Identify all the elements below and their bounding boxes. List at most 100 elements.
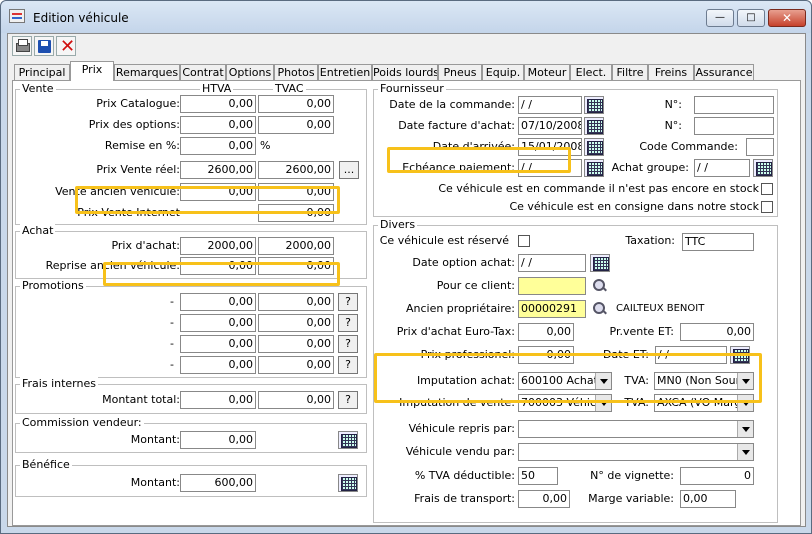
ancien-proprio-field[interactable]: 00000291	[518, 300, 586, 318]
calendar-icon[interactable]	[584, 138, 604, 156]
prix-catalogue-htva[interactable]: 0,00	[180, 95, 256, 113]
calculator-icon[interactable]	[338, 431, 358, 449]
minimize-button[interactable]: —	[706, 9, 734, 27]
imput-vente-value: 700003 Véhicu	[521, 396, 603, 409]
marge-variable-field[interactable]: 0,00	[680, 490, 736, 508]
tab-equip[interactable]: Equip.	[482, 64, 524, 81]
calendar-icon[interactable]	[584, 117, 604, 135]
save-icon[interactable]	[34, 36, 54, 56]
tab-pneus[interactable]: Pneus	[438, 64, 482, 81]
tab-principal[interactable]: Principal	[14, 64, 70, 81]
remise-field[interactable]: 0,00	[180, 137, 256, 155]
commission-field[interactable]: 0,00	[180, 431, 256, 449]
echeance-field[interactable]: / /	[518, 159, 582, 177]
cancel-glyph: ✕	[60, 36, 76, 57]
date-facture-field[interactable]: 07/10/2008	[518, 117, 582, 135]
promotion-row-4-button[interactable]: ?	[338, 356, 358, 374]
promotion-row-1-htva[interactable]: 0,00	[180, 293, 256, 311]
achat-groupe-field[interactable]: / /	[694, 159, 750, 177]
vendu-par-select[interactable]	[518, 443, 754, 461]
calendar-icon[interactable]	[753, 159, 773, 177]
numero-2-field[interactable]	[694, 117, 774, 135]
en-consigne-checkbox[interactable]	[761, 201, 773, 213]
prix-achat-htva[interactable]: 2000,00	[180, 237, 256, 255]
prix-eurotax-field[interactable]: 0,00	[518, 323, 574, 341]
prix-vente-reel-htva[interactable]: 2600,00	[180, 161, 256, 179]
calendar-icon[interactable]	[584, 96, 604, 114]
frais-internes-button[interactable]: ?	[338, 391, 358, 409]
search-icon[interactable]	[590, 300, 608, 318]
prix-pro-field[interactable]: 0,00	[518, 346, 574, 364]
promotion-row-2-tvac[interactable]: 0,00	[258, 314, 334, 332]
taxation-field[interactable]: TTC	[682, 233, 754, 251]
promotion-row-4-tvac[interactable]: 0,00	[258, 356, 334, 374]
vente-ancien-htva[interactable]: 0,00	[180, 183, 256, 201]
reserve-checkbox[interactable]	[518, 235, 530, 247]
numero-1-field[interactable]	[694, 96, 774, 114]
code-commande-field[interactable]	[746, 138, 774, 156]
tab-remarques[interactable]: Remarques	[114, 64, 180, 81]
benefice-group: Bénéfice Montant: 600,00	[15, 458, 367, 497]
pr-vente-et-field[interactable]: 0,00	[680, 323, 754, 341]
search-icon[interactable]	[590, 277, 608, 295]
promotion-row-4-htva[interactable]: 0,00	[180, 356, 256, 374]
ancien-proprio-name: CAILTEUX BENOIT	[616, 303, 705, 314]
repris-par-select[interactable]	[518, 420, 754, 438]
htva-header: HTVA	[200, 82, 234, 96]
prix-options-htva[interactable]: 0,00	[180, 116, 256, 134]
reprise-tvac[interactable]: 0,00	[258, 257, 334, 275]
prix-internet-tvac[interactable]: 0,00	[258, 204, 334, 222]
date-option-field[interactable]: / /	[518, 254, 586, 272]
promotion-row-1-tvac[interactable]: 0,00	[258, 293, 334, 311]
promotion-row-2-htva[interactable]: 0,00	[180, 314, 256, 332]
calendar-icon[interactable]	[730, 346, 750, 364]
promotion-row-2-button[interactable]: ?	[338, 314, 358, 332]
imput-achat-select[interactable]: 600100 Achat	[518, 372, 612, 390]
calendar-icon[interactable]	[590, 254, 610, 272]
tab-poids-lourds[interactable]: Poids lourds	[372, 64, 438, 81]
print-icon[interactable]	[12, 36, 32, 56]
imput-vente-tva-select[interactable]: AXCA (VO Marg	[654, 394, 754, 412]
tab-freins[interactable]: Freins	[648, 64, 694, 81]
prix-vente-reel-button[interactable]: ...	[339, 161, 359, 179]
imput-vente-select[interactable]: 700003 Véhicu	[518, 394, 612, 412]
prix-options-tvac[interactable]: 0,00	[258, 116, 334, 134]
date-commande-field[interactable]: / /	[518, 96, 582, 114]
date-facture-label: Date facture d'achat:	[398, 119, 515, 132]
tab-prix[interactable]: Prix	[70, 61, 114, 81]
benefice-field[interactable]: 600,00	[180, 474, 256, 492]
vignette-field[interactable]: 0	[680, 467, 754, 485]
vente-ancien-tvac[interactable]: 0,00	[258, 183, 334, 201]
client-field[interactable]	[518, 277, 586, 295]
calculator-icon[interactable]	[338, 474, 358, 492]
reprise-htva[interactable]: 0,00	[180, 257, 256, 275]
promotion-row-3-button[interactable]: ?	[338, 335, 358, 353]
calendar-icon[interactable]	[584, 159, 604, 177]
imput-achat-tva-select[interactable]: MN0 (Non Soum	[654, 372, 754, 390]
tva-deductible-field[interactable]: 50	[518, 467, 558, 485]
promotion-row-3-htva[interactable]: 0,00	[180, 335, 256, 353]
maximize-button[interactable]: □	[737, 9, 765, 27]
date-arrivee-field[interactable]: 15/01/2008	[518, 138, 582, 156]
promotion-row-1-button[interactable]: ?	[338, 293, 358, 311]
frais-internes-htva[interactable]: 0,00	[180, 391, 256, 409]
tab-assurance[interactable]: Assurance	[694, 64, 754, 81]
cancel-icon[interactable]: ✕	[56, 36, 76, 57]
tab-filtre[interactable]: Filtre	[612, 64, 648, 81]
close-button[interactable]: ✕	[768, 9, 806, 27]
tab-options[interactable]: Options	[226, 64, 274, 81]
tab-moteur[interactable]: Moteur	[524, 64, 570, 81]
tab-photos[interactable]: Photos	[274, 64, 318, 81]
frais-internes-tvac[interactable]: 0,00	[258, 391, 334, 409]
tab-entretien[interactable]: Entretien	[318, 64, 372, 81]
frais-transport-field[interactable]: 0,00	[518, 490, 570, 508]
prix-catalogue-tvac[interactable]: 0,00	[258, 95, 334, 113]
achat-title: Achat	[20, 224, 56, 237]
en-commande-checkbox[interactable]	[761, 183, 773, 195]
date-et-field[interactable]: / /	[655, 346, 727, 364]
tab-elect[interactable]: Elect.	[570, 64, 612, 81]
tab-contrat[interactable]: Contrat	[180, 64, 226, 81]
prix-vente-reel-tvac[interactable]: 2600,00	[258, 161, 334, 179]
promotion-row-3-tvac[interactable]: 0,00	[258, 335, 334, 353]
prix-achat-tvac[interactable]: 2000,00	[258, 237, 334, 255]
